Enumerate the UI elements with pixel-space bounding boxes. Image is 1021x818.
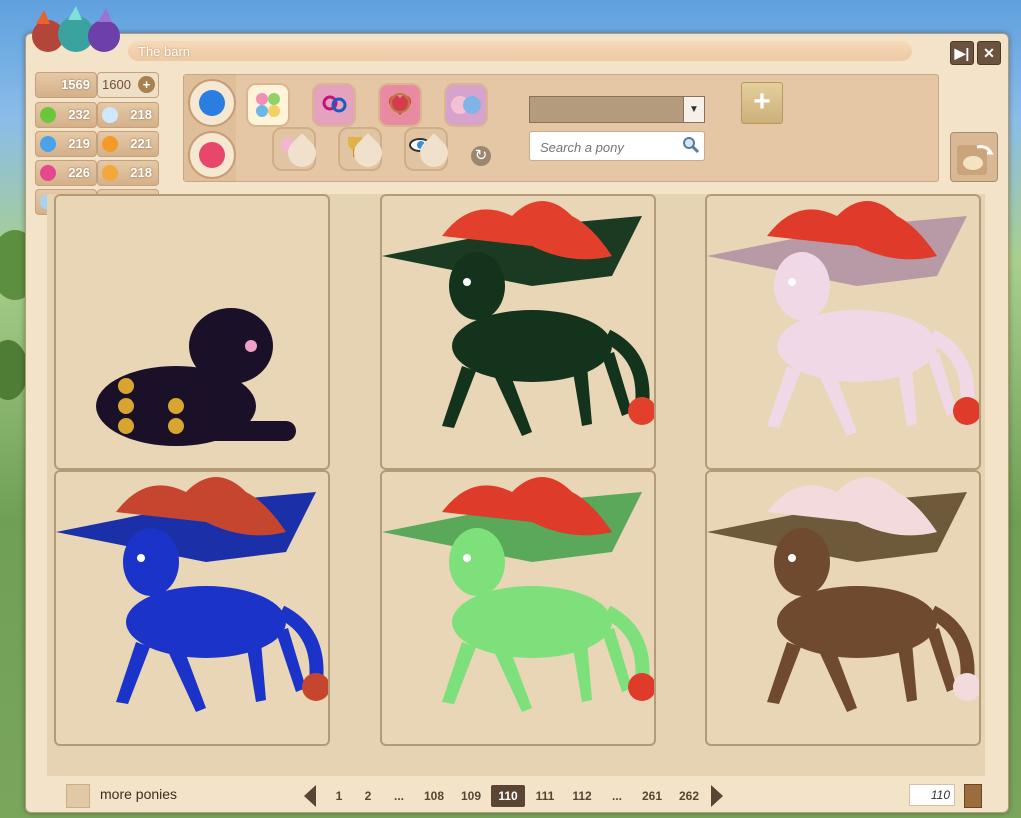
more-ponies-label: more ponies	[100, 786, 178, 802]
stat-cloud: 218	[97, 102, 159, 128]
stat-heart: 226	[35, 160, 97, 186]
search-input[interactable]	[538, 137, 682, 157]
collapse-button[interactable]: ▶|	[950, 41, 974, 65]
pony-grid	[47, 194, 985, 776]
chevron-down-icon[interactable]: ▼	[683, 97, 704, 122]
page-link[interactable]: 1	[326, 785, 352, 807]
currency-value: 1569	[61, 77, 90, 92]
trophy-filter[interactable]	[338, 127, 388, 173]
pony-card[interactable]	[380, 470, 656, 746]
currency-counter: 1569	[35, 72, 97, 98]
couple-filter[interactable]	[444, 83, 488, 127]
move-pony-button[interactable]	[950, 132, 998, 182]
gender-filter[interactable]	[312, 83, 356, 127]
category-select[interactable]: ▼	[529, 96, 705, 123]
star-filter-button[interactable]	[188, 131, 236, 179]
cloud-icon	[102, 107, 118, 123]
folder-star-icon	[199, 90, 225, 116]
barn-window: The barn ▶| ✕ 1569 1600 + 232 218 219 221 22…	[25, 6, 1009, 813]
pink-pony-image	[707, 201, 979, 436]
black-lying-pony-image	[96, 308, 296, 446]
page-link[interactable]: 261	[635, 785, 669, 807]
stat-paw: 218	[97, 160, 159, 186]
barn-footer: more ponies 1 2... 108 109 110 111 112... 261 26…	[26, 778, 1008, 812]
pony-card[interactable]	[705, 194, 981, 470]
paw-icon	[102, 165, 118, 181]
stat-value: 218	[130, 165, 152, 180]
sun-icon	[102, 136, 118, 152]
stat-value: 226	[68, 165, 90, 180]
blue-pony-image	[56, 477, 328, 712]
refresh-icon[interactable]: ↻	[471, 146, 491, 166]
search-icon[interactable]	[682, 136, 700, 154]
more-ponies-checkbox[interactable]	[66, 784, 90, 808]
pony-card[interactable]	[54, 470, 330, 746]
window-titlebar[interactable]: The barn	[128, 41, 912, 61]
search-box	[529, 131, 705, 161]
add-button[interactable]: +	[741, 82, 783, 124]
pony-card[interactable]	[380, 194, 656, 470]
stat-value: 221	[130, 136, 152, 151]
page-link[interactable]: 111	[528, 785, 562, 807]
go-to-page-button[interactable]	[964, 784, 982, 808]
page-number-input[interactable]: 110	[909, 784, 955, 806]
currency-max-value: 1600	[102, 77, 131, 92]
star-icon	[199, 142, 225, 168]
drops-icon	[40, 136, 56, 152]
page-link[interactable]: 112	[565, 785, 599, 807]
breeding-filter[interactable]	[378, 83, 422, 127]
stat-apple: 232	[35, 102, 97, 128]
stat-value: 219	[68, 136, 90, 151]
stat-value: 218	[130, 107, 152, 122]
green-pony-image	[382, 477, 654, 712]
currency-max-counter: 1600 +	[97, 72, 159, 98]
page-link[interactable]: 109	[454, 785, 488, 807]
page-link[interactable]: 262	[672, 785, 706, 807]
stat-value: 232	[68, 107, 90, 122]
page-link[interactable]: 110	[491, 785, 525, 807]
heart-icon	[40, 165, 56, 181]
page-link[interactable]: 2	[355, 785, 381, 807]
page-link[interactable]: 108	[417, 785, 451, 807]
apple-icon	[40, 107, 56, 123]
prev-page-icon[interactable]	[304, 785, 316, 807]
page-ellipsis: ...	[393, 789, 404, 803]
filter-toolbar: ↻ ▼ +	[183, 74, 939, 182]
background-tree	[0, 340, 28, 400]
add-currency-icon[interactable]: +	[138, 76, 155, 93]
pony-card[interactable]	[705, 470, 981, 746]
next-page-icon[interactable]	[711, 785, 723, 807]
brown-pony-image	[707, 477, 979, 712]
stat-sun: 221	[97, 131, 159, 157]
folder-filter-button[interactable]	[188, 79, 236, 127]
dark-green-pony-image	[382, 201, 654, 436]
pony-type-filter[interactable]	[246, 83, 290, 127]
page-ellipsis: ...	[611, 789, 622, 803]
game-logo	[32, 6, 120, 52]
unicorn-filter[interactable]	[272, 127, 322, 173]
window-title: The barn	[138, 44, 191, 59]
move-pony-icon	[957, 145, 994, 175]
close-button[interactable]: ✕	[977, 41, 1001, 65]
pony-card[interactable]	[54, 194, 330, 470]
eye-filter[interactable]	[404, 127, 454, 173]
stat-drops: 219	[35, 131, 97, 157]
filter-mode-column	[184, 75, 236, 181]
